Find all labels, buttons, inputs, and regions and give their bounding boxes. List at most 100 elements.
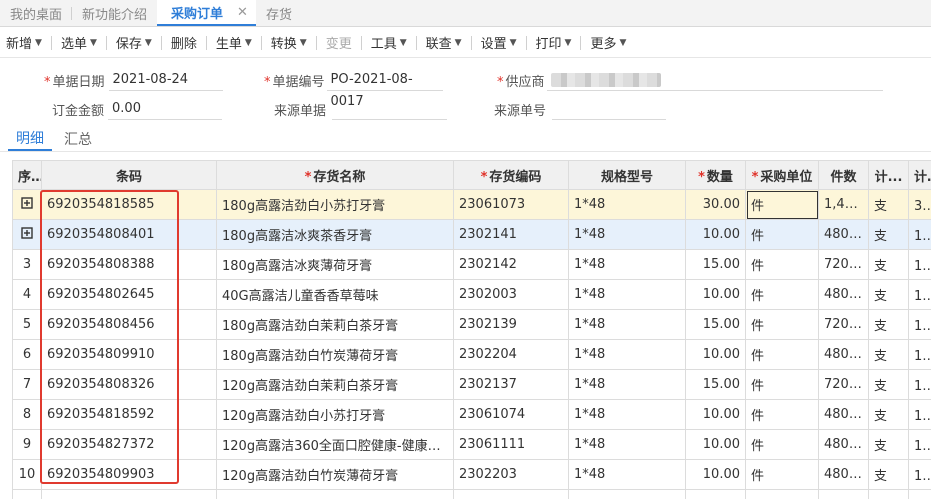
cell-unit[interactable]: 件	[745, 309, 819, 340]
cell-meas[interactable]: 支	[868, 309, 909, 340]
cell-index[interactable]: 10	[12, 459, 42, 490]
cell-code[interactable]: 2302137	[453, 369, 569, 400]
cell-barcode[interactable]: 6920354809910	[41, 339, 217, 370]
table-row[interactable]: 5 6920354808456 180g高露洁劲白茉莉白茶牙膏 2302139 1*48…	[12, 309, 931, 340]
cell-qty[interactable]: 15.00	[685, 249, 746, 280]
cell-code[interactable]: 2302141	[453, 219, 569, 250]
cell-meas-qty[interactable]: 15件	[908, 309, 931, 340]
col-header-index[interactable]: 序号	[12, 160, 42, 190]
cell-qty[interactable]: 10.00	[685, 279, 746, 310]
cell-name[interactable]: 180g高露洁冰爽薄荷牙膏	[216, 249, 454, 280]
select-order-button[interactable]: 选单 ▼	[55, 28, 103, 58]
cell-spec[interactable]: 1*48	[568, 219, 686, 250]
cell-index[interactable]	[12, 189, 42, 220]
cell-unit[interactable]: 件	[745, 459, 819, 490]
cell-meas[interactable]: 支	[868, 369, 909, 400]
cell-pieces[interactable]: 720.00	[818, 249, 869, 280]
cell-pieces[interactable]: 720.00	[818, 309, 869, 340]
cell-meas-qty[interactable]: 30件	[908, 189, 931, 220]
cell-spec[interactable]: 1*48	[568, 399, 686, 430]
cell-spec[interactable]: 1*48	[568, 459, 686, 490]
cell-code[interactable]: 2302204	[453, 339, 569, 370]
table-row[interactable]: 7 6920354808326 120g高露洁劲白茉莉白茶牙膏 2302137 1*48…	[12, 369, 931, 400]
cell-code[interactable]: 23061074	[453, 399, 569, 430]
tab-summary[interactable]: 汇总	[52, 126, 104, 151]
cell-pieces[interactable]: 1,440...	[818, 189, 869, 220]
cell-meas-qty[interactable]: 10件	[908, 459, 931, 490]
cell-code[interactable]: 2302142	[453, 249, 569, 280]
query-button[interactable]: 联查 ▼	[420, 28, 468, 58]
cell-index[interactable]: 4	[12, 279, 42, 310]
cell-spec[interactable]: 1*48	[568, 369, 686, 400]
cell-unit[interactable]: 件	[745, 369, 819, 400]
table-row[interactable]: 8 6920354818592 120g高露洁劲白小苏打牙膏 23061074 1*48…	[12, 399, 931, 430]
doc-date-field[interactable]: 2021-08-24	[108, 69, 223, 91]
table-row[interactable]: 6920354818585 180g高露洁劲白小苏打牙膏 23061073 1*48 3…	[12, 189, 931, 220]
cell-meas[interactable]: 支	[868, 219, 909, 250]
cell-code[interactable]: 2302203	[453, 459, 569, 490]
cell-name[interactable]: 40G高露洁儿童香香草莓味	[216, 279, 454, 310]
cell-name[interactable]: 180g高露洁冰爽茶香牙膏	[216, 219, 454, 250]
cell-meas-qty[interactable]	[908, 489, 931, 499]
table-row[interactable]	[12, 489, 931, 499]
cell-meas[interactable]: 支	[868, 459, 909, 490]
table-row[interactable]: 3 6920354808388 180g高露洁冰爽薄荷牙膏 2302142 1*48 15…	[12, 249, 931, 280]
cell-meas[interactable]	[868, 489, 909, 499]
cell-pieces[interactable]	[818, 489, 869, 499]
doc-no-field[interactable]: PO-2021-08-0017	[326, 69, 443, 109]
cell-meas-qty[interactable]: 10件	[908, 339, 931, 370]
cell-code[interactable]	[453, 489, 569, 499]
tab-inventory[interactable]: 存货	[256, 0, 302, 26]
cell-name[interactable]: 120g高露洁劲白茉莉白茶牙膏	[216, 369, 454, 400]
cell-unit[interactable]: 件	[745, 189, 819, 220]
cell-qty[interactable]: 10.00	[685, 429, 746, 460]
cell-qty[interactable]	[685, 489, 746, 499]
cell-qty[interactable]: 15.00	[685, 369, 746, 400]
cell-unit[interactable]: 件	[745, 429, 819, 460]
cell-meas-qty[interactable]: 10件	[908, 219, 931, 250]
cell-qty[interactable]: 10.00	[685, 339, 746, 370]
col-header-unit[interactable]: * 采购单位	[745, 160, 819, 190]
cell-spec[interactable]: 1*48	[568, 339, 686, 370]
tab-detail[interactable]: 明细	[8, 126, 52, 151]
cell-barcode[interactable]: 6920354808326	[41, 369, 217, 400]
table-row[interactable]: 10 6920354809903 120g高露洁劲白竹炭薄荷牙膏 2302203 1*4…	[12, 459, 931, 490]
cell-meas[interactable]: 支	[868, 279, 909, 310]
col-header-qty[interactable]: * 数量	[685, 160, 746, 190]
cell-meas-qty[interactable]: 15件	[908, 369, 931, 400]
close-icon[interactable]: ✕	[237, 5, 248, 20]
tab-purchase-order[interactable]: 采购订单 ✕	[157, 0, 256, 26]
col-header-barcode[interactable]: 条码	[41, 160, 217, 190]
table-row[interactable]: 9 6920354827372 120g高露洁360全面口腔健康-健康牙龈 23061…	[12, 429, 931, 460]
cell-barcode[interactable]: 6920354808456	[41, 309, 217, 340]
cell-index[interactable]	[12, 219, 42, 250]
table-row[interactable]: 4 6920354802645 40G高露洁儿童香香草莓味 2302003 1*48 10…	[12, 279, 931, 310]
supplier-field[interactable]	[546, 69, 883, 91]
cell-unit[interactable]: 件	[745, 339, 819, 370]
cell-barcode[interactable]: 6920354827372	[41, 429, 217, 460]
cell-code[interactable]: 2302139	[453, 309, 569, 340]
cell-barcode[interactable]: 6920354818592	[41, 399, 217, 430]
cell-barcode[interactable]: 6920354802645	[41, 279, 217, 310]
cell-pieces[interactable]: 480.00	[818, 459, 869, 490]
cell-meas-qty[interactable]: 10件	[908, 399, 931, 430]
delete-button[interactable]: 删除	[165, 28, 203, 58]
source-doc-field[interactable]	[332, 98, 448, 120]
col-header-spec[interactable]: 规格型号	[568, 160, 686, 190]
cell-unit[interactable]: 件	[745, 249, 819, 280]
col-header-meas-qty[interactable]: 计量	[908, 160, 931, 190]
cell-spec[interactable]: 1*48	[568, 279, 686, 310]
cell-spec[interactable]: 1*48	[568, 429, 686, 460]
cell-qty[interactable]: 10.00	[685, 459, 746, 490]
change-button[interactable]: 变更	[320, 28, 358, 58]
cell-pieces[interactable]: 720.00	[818, 369, 869, 400]
cell-code[interactable]: 23061111	[453, 429, 569, 460]
cell-barcode[interactable]: 6920354818585	[41, 189, 217, 220]
convert-button[interactable]: 转换 ▼	[265, 28, 313, 58]
cell-spec[interactable]: 1*48	[568, 309, 686, 340]
cell-index[interactable]	[12, 489, 42, 499]
cell-name[interactable]: 180g高露洁劲白小苏打牙膏	[216, 189, 454, 220]
cell-index[interactable]: 9	[12, 429, 42, 460]
cell-name[interactable]: 180g高露洁劲白茉莉白茶牙膏	[216, 309, 454, 340]
cell-unit[interactable]: 件	[745, 279, 819, 310]
